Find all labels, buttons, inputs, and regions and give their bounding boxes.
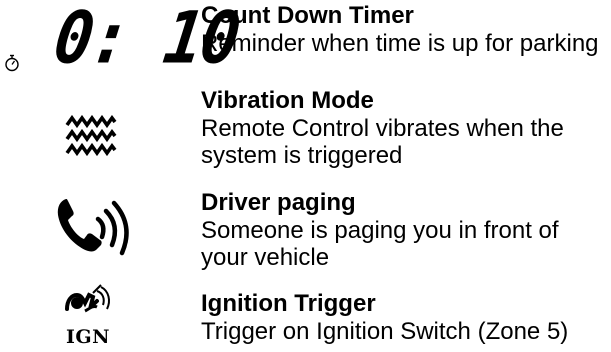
feature-text-countdown: Count Down Timer Reminder when time is u… (201, 2, 607, 57)
vibration-waves-icon (65, 115, 117, 157)
ignition-icon-label: IGN (66, 326, 110, 348)
feature-description: Reminder when time is up for parking (201, 29, 599, 57)
feature-title: Ignition Trigger (201, 290, 376, 317)
feature-text-driver-paging: Driver paging Someone is paging you in f… (201, 189, 607, 272)
feature-text-vibration: Vibration Mode Remote Control vibrates w… (201, 87, 607, 170)
feature-text-ignition: Ignition Trigger Trigger on Ignition Swi… (201, 290, 607, 345)
stopwatch-icon (5, 54, 19, 72)
feature-title: Count Down Timer (201, 2, 414, 29)
feature-description: Trigger on Ignition Switch (Zone 5) (201, 317, 569, 345)
phone-paging-icon (57, 199, 129, 256)
feature-title: Driver paging (201, 189, 356, 216)
feature-description: Remote Control vibrates when the system … (201, 114, 564, 170)
feature-title: Vibration Mode (201, 87, 374, 114)
feature-description: Someone is paging you in front of your v… (201, 216, 559, 272)
